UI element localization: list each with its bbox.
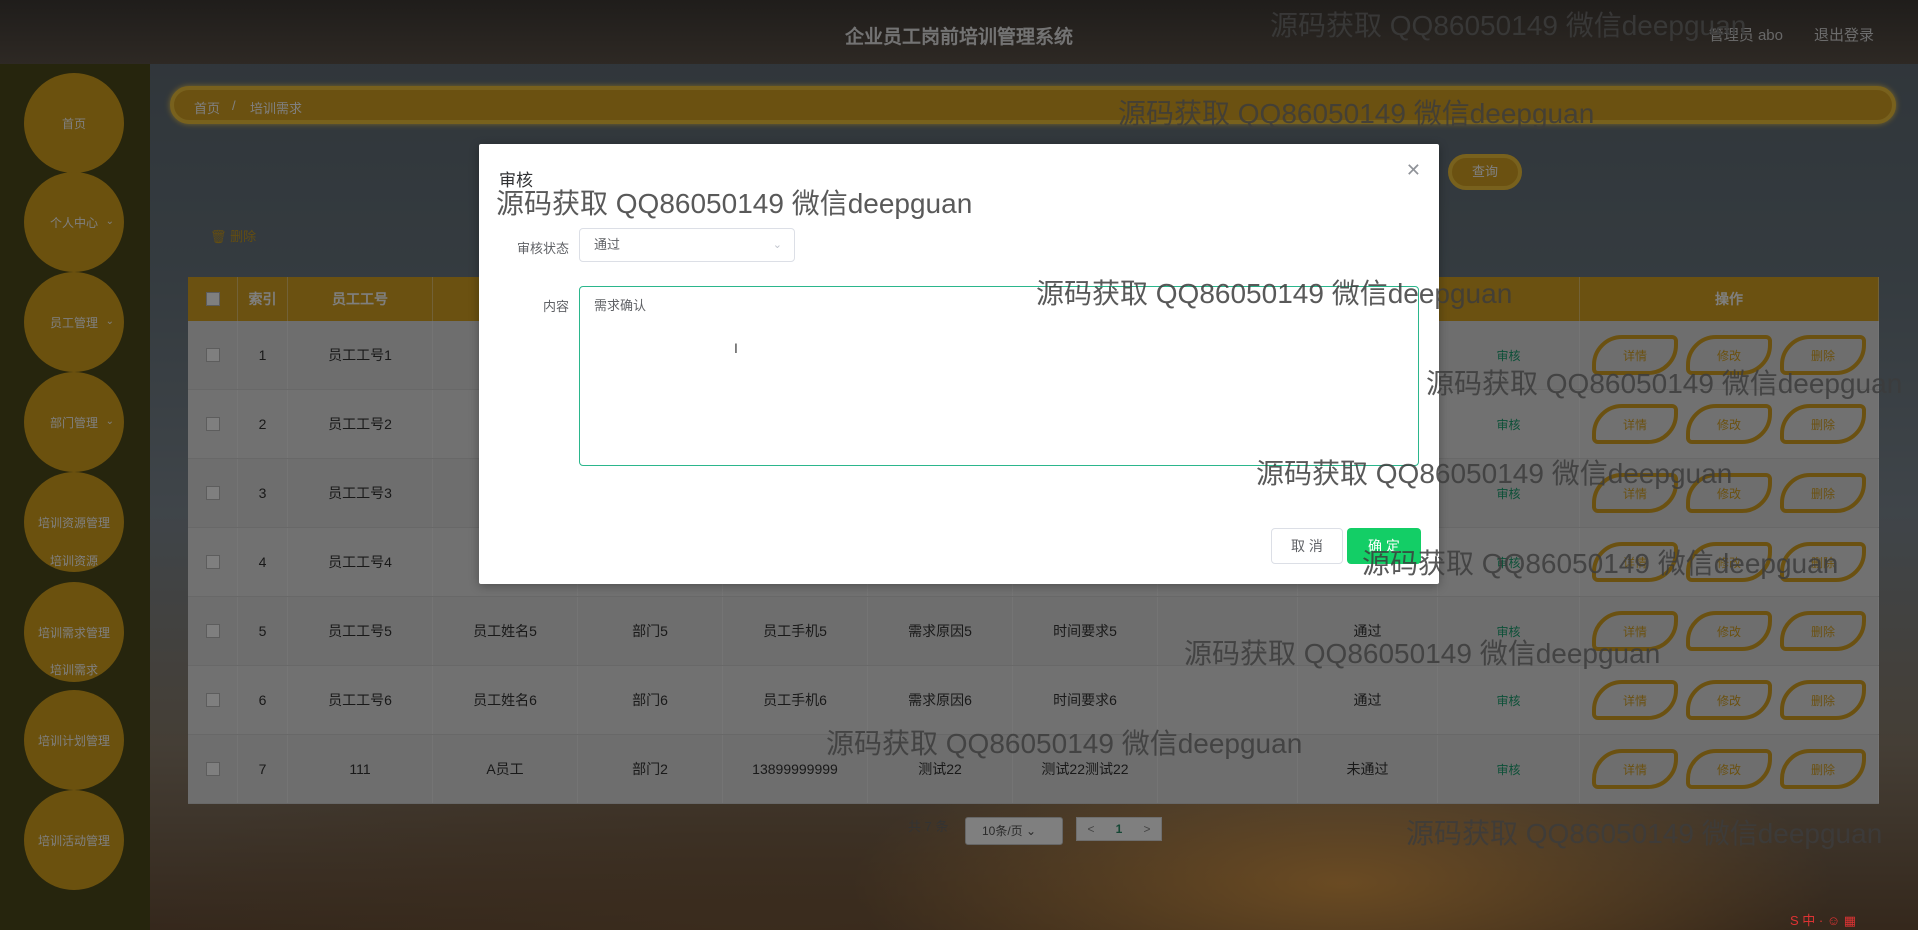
watermark: 源码获取 QQ86050149 微信deepguan	[1406, 818, 1883, 849]
watermark: 源码获取 QQ86050149 微信deepguan	[1426, 368, 1903, 399]
watermark: 源码获取 QQ86050149 微信deepguan	[496, 188, 973, 219]
cancel-button[interactable]: 取 消	[1271, 528, 1343, 564]
watermark: 源码获取 QQ86050149 微信deepguan	[1036, 278, 1513, 309]
watermark: 源码获取 QQ86050149 微信deepguan	[1270, 10, 1747, 41]
watermark: 源码获取 QQ86050149 微信deepguan	[826, 728, 1303, 759]
status-label: 审核状态	[516, 241, 569, 256]
chevron-down-icon: ⌄	[772, 239, 782, 251]
ime-toolbar-icon: S 中 · ☺ ▦	[1790, 913, 1857, 928]
content-label: 内容	[542, 299, 569, 314]
close-icon[interactable]: ✕	[1406, 160, 1421, 181]
watermark: 源码获取 QQ86050149 微信deepguan	[1362, 548, 1839, 579]
watermark: 源码获取 QQ86050149 微信deepguan	[1184, 638, 1661, 669]
text-cursor-icon: I	[734, 340, 738, 356]
content-textarea[interactable]: 需求确认	[579, 286, 1419, 466]
status-select[interactable]: 通过 ⌄	[579, 228, 795, 262]
watermark: 源码获取 QQ86050149 微信deepguan	[1118, 98, 1595, 129]
watermark: 源码获取 QQ86050149 微信deepguan	[1256, 458, 1733, 489]
